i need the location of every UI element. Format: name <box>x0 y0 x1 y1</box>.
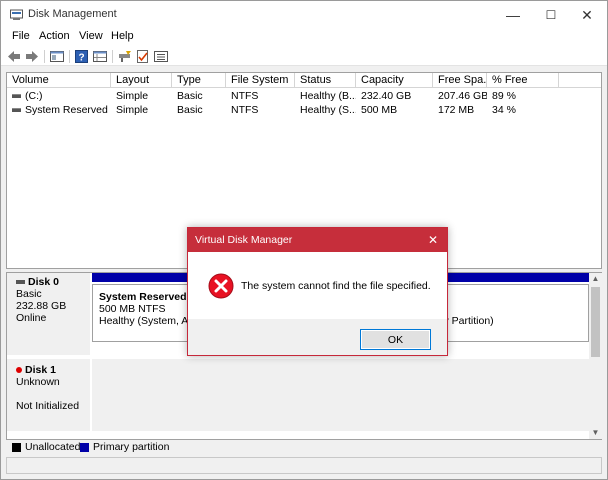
legend-swatch-primary <box>80 443 89 452</box>
cell-free-space: 172 MB <box>438 104 475 116</box>
menu-file[interactable]: File <box>10 30 32 42</box>
column-header-type[interactable]: Type <box>172 73 226 88</box>
volume-drive-icon <box>12 108 21 112</box>
cell-layout: Simple <box>116 90 149 102</box>
disk-row-1: Disk 1 Unknown Not Initialized <box>7 359 589 431</box>
scroll-down-icon[interactable]: ▼ <box>589 427 602 439</box>
disk-0-name: Disk 0 <box>16 276 90 288</box>
svg-text:?: ? <box>78 53 84 64</box>
help-icon[interactable]: ? <box>74 49 90 64</box>
dialog-body: The system cannot find the file specifie… <box>188 252 447 319</box>
ok-button[interactable]: OK <box>360 329 431 350</box>
disk-0-label[interactable]: Disk 0 Basic 232.88 GB Online <box>7 273 90 355</box>
toolbar: ? <box>1 47 607 66</box>
disk-0-type: Basic <box>16 288 42 300</box>
column-header-free-space[interactable]: Free Spa... <box>433 73 487 88</box>
cell-percent-free: 89 % <box>492 90 516 102</box>
toolbar-separator <box>112 50 113 63</box>
close-icon: ✕ <box>427 233 439 247</box>
properties-grid-icon[interactable] <box>92 49 108 64</box>
column-header-layout[interactable]: Layout <box>111 73 172 88</box>
cell-type: Basic <box>177 90 203 102</box>
legend-label-primary: Primary partition <box>93 441 170 453</box>
window-title: Disk Management <box>28 8 117 20</box>
dialog-title: Virtual Disk Manager <box>195 234 293 246</box>
back-arrow-icon[interactable] <box>6 49 22 64</box>
menu-view[interactable]: View <box>77 30 105 42</box>
disk-1-partitions <box>92 359 589 431</box>
disk-1-label[interactable]: Disk 1 Unknown Not Initialized <box>7 359 90 431</box>
minimize-button[interactable]: — <box>493 1 533 29</box>
column-header-capacity[interactable]: Capacity <box>356 73 433 88</box>
dialog-message: The system cannot find the file specifie… <box>241 280 431 292</box>
volume-row[interactable]: (C:) Simple Basic NTFS Healthy (B... 232… <box>7 89 601 103</box>
dialog-title-bar: Virtual Disk Manager ✕ <box>188 228 447 252</box>
details-icon[interactable] <box>153 49 169 64</box>
cell-status: Healthy (S... <box>300 104 356 116</box>
error-icon <box>208 273 234 299</box>
legend: Unallocated Primary partition <box>6 440 602 455</box>
connect-icon[interactable] <box>117 49 133 64</box>
dialog-footer: OK <box>188 319 447 355</box>
disk-error-icon <box>16 367 22 374</box>
menu-bar: File Action View Help <box>1 29 607 47</box>
cell-capacity: 232.40 GB <box>361 90 412 102</box>
disk-0-size: 232.88 GB <box>16 300 67 312</box>
close-button[interactable]: ✕ <box>567 1 607 29</box>
disk-management-app-icon <box>10 9 23 20</box>
volume-drive-icon <box>12 94 21 98</box>
menu-action[interactable]: Action <box>37 30 72 42</box>
cell-layout: Simple <box>116 104 149 116</box>
title-bar: Disk Management — ☐ ✕ <box>1 1 607 29</box>
scroll-up-icon[interactable]: ▲ <box>589 273 602 285</box>
volume-row[interactable]: System Reserved Simple Basic NTFS Health… <box>7 103 601 117</box>
cell-file-system: NTFS <box>231 90 259 102</box>
column-header-volume[interactable]: Volume <box>7 73 111 88</box>
column-header-percent-free[interactable]: % Free <box>487 73 559 88</box>
partition-status: ry Partition) <box>440 315 494 327</box>
checklist-icon[interactable] <box>135 49 151 64</box>
forward-arrow-icon[interactable] <box>24 49 40 64</box>
legend-label-unallocated: Unallocated <box>25 441 81 453</box>
disk-1-name: Disk 1 <box>16 364 90 376</box>
toolbar-separator <box>69 50 70 63</box>
legend-swatch-unallocated <box>12 443 21 452</box>
cell-capacity: 500 MB <box>361 104 398 116</box>
disk-drive-icon <box>16 280 25 285</box>
toolbar-separator <box>44 50 45 63</box>
volume-list-header: Volume Layout Type File System Status Ca… <box>7 73 601 88</box>
cell-percent-free: 34 % <box>492 104 516 116</box>
cell-volume: System Reserved <box>25 104 108 116</box>
disk-0-status: Online <box>16 312 47 324</box>
minimize-icon: — <box>506 7 520 23</box>
menu-help[interactable]: Help <box>109 30 136 42</box>
dialog-close-button[interactable]: ✕ <box>419 228 447 252</box>
status-bar <box>6 457 602 474</box>
column-header-file-system[interactable]: File System <box>226 73 295 88</box>
maximize-icon: ☐ <box>545 8 557 22</box>
disk-view-scrollbar[interactable]: ▲ ▼ <box>589 273 602 439</box>
error-dialog: Virtual Disk Manager ✕ The system cannot… <box>187 227 448 356</box>
cell-file-system: NTFS <box>231 104 259 116</box>
scroll-thumb[interactable] <box>591 287 600 357</box>
column-header-status[interactable]: Status <box>295 73 356 88</box>
console-tree-icon[interactable] <box>49 49 65 64</box>
disk-1-status: Not Initialized <box>16 400 80 412</box>
cell-status: Healthy (B... <box>300 90 356 102</box>
disk-1-type: Unknown <box>16 376 60 388</box>
cell-type: Basic <box>177 104 203 116</box>
maximize-button[interactable]: ☐ <box>531 1 571 29</box>
cell-volume: (C:) <box>25 90 43 102</box>
close-icon: ✕ <box>581 6 593 23</box>
cell-free-space: 207.46 GB <box>438 90 487 102</box>
